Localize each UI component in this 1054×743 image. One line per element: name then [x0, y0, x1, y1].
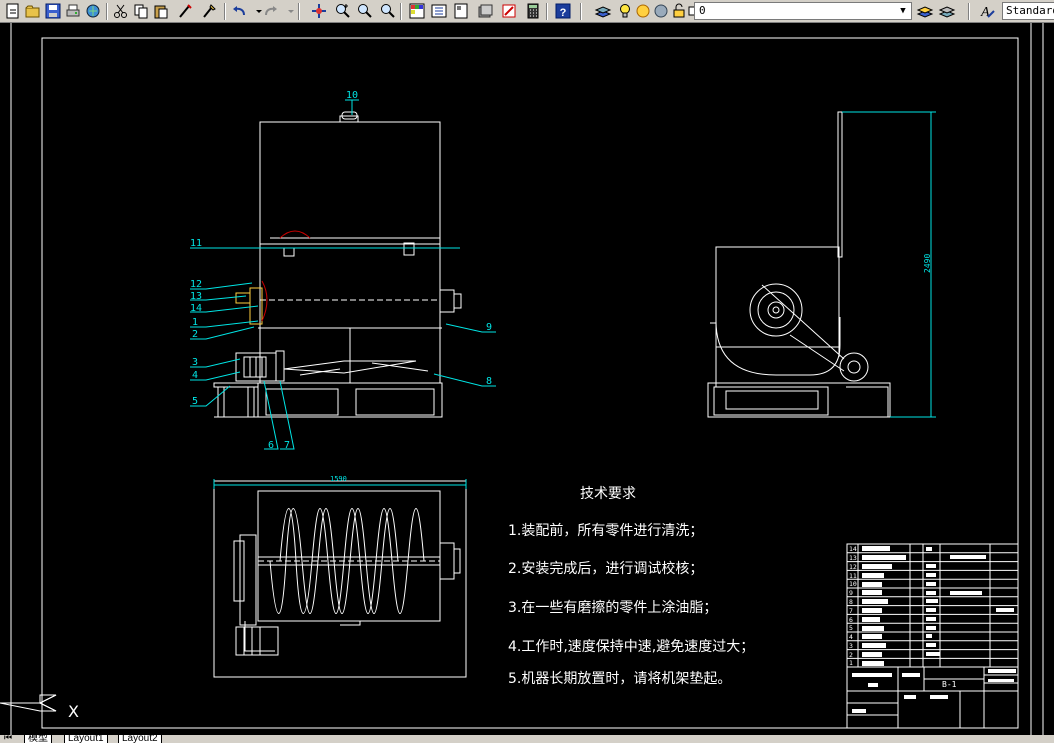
design-center-icon[interactable]: [430, 2, 448, 20]
part-number-label: 8: [486, 376, 492, 387]
sheet-set-icon[interactable]: [476, 2, 494, 20]
part-number-label: 5: [192, 396, 198, 407]
tech-requirements-title: 技术要求: [580, 486, 636, 502]
help-icon[interactable]: ?: [554, 2, 572, 20]
bom-row-number: 10: [849, 580, 857, 588]
undo-icon[interactable]: [230, 2, 248, 20]
dimension-height-value: 2490: [923, 254, 932, 273]
part-number-label: 11: [190, 238, 202, 249]
tab-layout2[interactable]: Layout2: [118, 735, 162, 743]
redo-icon[interactable]: [262, 2, 280, 20]
chevron-down-icon[interactable]: ▼: [897, 5, 909, 17]
tech-requirement-item: 2.安装完成后，进行调试校核；: [508, 560, 703, 577]
part-number-label: 3: [192, 357, 198, 368]
zoom-previous-icon[interactable]: [378, 2, 396, 20]
standard-toolbar: ? 0 ▼ A Standard: [0, 0, 1054, 23]
save-icon[interactable]: [44, 2, 62, 20]
layer-thaw-icon[interactable]: [634, 2, 652, 20]
bom-row-number: 14: [849, 545, 857, 553]
plot-icon[interactable]: [64, 2, 82, 20]
layout-tab-bar: ⏮ 模型 Layout1 Layout2: [0, 735, 1054, 743]
make-object-layer-current-icon[interactable]: [916, 2, 934, 20]
tech-requirement-item: 3.在一些有磨擦的零件上涂油脂；: [508, 599, 717, 616]
bom-row-number: 3: [849, 642, 853, 650]
layer-manager-icon[interactable]: [594, 2, 612, 20]
layer-color-swatch-icon: [684, 2, 698, 20]
part-number-label: 9: [486, 322, 492, 333]
part-number-label: 12: [190, 279, 202, 290]
part-number-label: 10: [346, 90, 358, 101]
match-properties-icon[interactable]: [176, 2, 194, 20]
text-style-value: Standard: [1006, 4, 1054, 17]
bom-row-number: 8: [849, 598, 853, 606]
cut-icon[interactable]: [112, 2, 130, 20]
bom-row-number: 7: [849, 607, 853, 615]
tool-palette-icon[interactable]: [452, 2, 470, 20]
open-icon[interactable]: [24, 2, 42, 20]
part-number-label: 4: [192, 370, 198, 381]
drawing-code: B-1: [942, 680, 957, 689]
text-style-icon[interactable]: A: [978, 2, 996, 20]
svg-text:?: ?: [560, 7, 567, 19]
calculator-icon[interactable]: [524, 2, 542, 20]
bom-row-number: 11: [849, 572, 857, 580]
publish-icon[interactable]: [84, 2, 102, 20]
tech-requirement-item: 5.机器长期放置时，请将机架垫起。: [508, 671, 731, 687]
pan-icon[interactable]: [310, 2, 328, 20]
layer-previous-icon[interactable]: [938, 2, 956, 20]
ucs-x-axis-label: X: [68, 702, 79, 721]
properties-icon[interactable]: [408, 2, 426, 20]
bom-row-number: 9: [849, 589, 853, 597]
bom-row-number: 2: [849, 651, 853, 659]
part-number-label: 2: [192, 329, 198, 340]
layer-on-icon[interactable]: [616, 2, 634, 20]
tab-model[interactable]: 模型: [24, 735, 52, 743]
tab-layout1[interactable]: Layout1: [64, 735, 108, 743]
layer-lock-icon[interactable]: [652, 2, 670, 20]
layer-dropdown[interactable]: 0 ▼: [694, 2, 912, 20]
part-number-label: 14: [190, 303, 202, 314]
brush-icon[interactable]: [200, 2, 218, 20]
zoom-window-icon[interactable]: [356, 2, 374, 20]
new-icon[interactable]: [4, 2, 22, 20]
markup-icon[interactable]: [500, 2, 518, 20]
tab-nav-first-icon[interactable]: ⏮: [4, 735, 12, 743]
part-number-label: 1: [192, 317, 198, 328]
bom-row-number: 4: [849, 633, 853, 641]
part-number-label: 7: [284, 440, 290, 451]
zoom-realtime-icon[interactable]: [334, 2, 352, 20]
layer-dropdown-value: 0: [699, 4, 706, 17]
bom-row-number: 12: [849, 563, 857, 571]
dimension-width-value: 1590: [330, 475, 347, 483]
bom-row-number: 13: [849, 554, 857, 562]
bom-row-number: 5: [849, 624, 853, 632]
bom-row-number: 1: [849, 659, 853, 667]
redo-dropdown-icon[interactable]: [282, 2, 294, 20]
part-number-label: 6: [268, 440, 274, 451]
svg-text:A: A: [980, 5, 990, 20]
paste-icon[interactable]: [152, 2, 170, 20]
bom-row-number: 6: [849, 616, 853, 624]
drawing-canvas[interactable]: 10 11 12 13 14 1 2 3 4 5 6 7 8 9 2490 15…: [0, 23, 1054, 735]
part-number-label: 13: [190, 291, 202, 302]
undo-dropdown-icon[interactable]: [250, 2, 262, 20]
tech-requirement-item: 1.装配前，所有零件进行清洗；: [508, 522, 703, 539]
text-style-dropdown[interactable]: Standard: [1002, 2, 1054, 20]
tech-requirement-item: 4.工作时,速度保持中速,避免速度过大；: [508, 639, 754, 655]
copy-icon[interactable]: [132, 2, 150, 20]
